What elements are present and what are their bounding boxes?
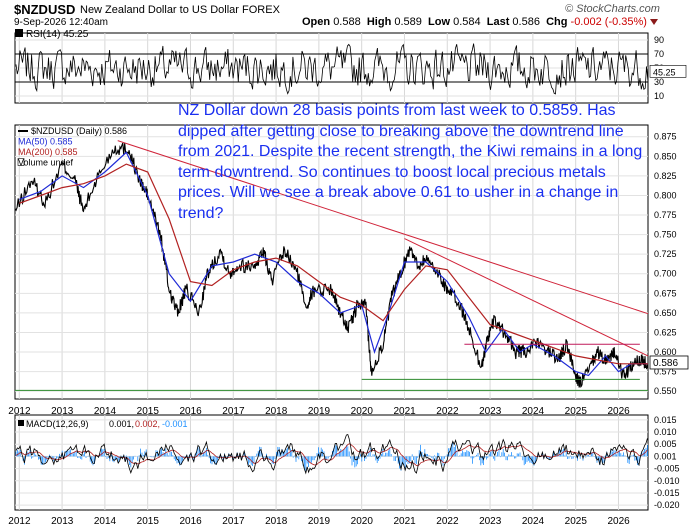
macd-x-tick-label: 2017 [222, 516, 245, 527]
copyright-logo: © StockCharts.com [565, 3, 660, 15]
price-x-tick-label: 2015 [137, 406, 160, 417]
macd-x-tick-label: 2023 [479, 516, 502, 527]
instrument-fullname: New Zealand Dollar to US Dollar [80, 4, 239, 16]
price-tick-label: 0.675 [654, 288, 677, 298]
macd-legend-label: MACD(12,26,9) [26, 419, 89, 429]
macd-x-tick-label: 2021 [393, 516, 416, 527]
price-x-tick-label: 2026 [607, 406, 630, 417]
last-label: Last [486, 16, 510, 28]
price-x-tick-label: 2017 [222, 406, 245, 417]
open-value: 0.588 [333, 16, 361, 28]
macd-x-tick-label: 2012 [8, 516, 31, 527]
price-tick-label: 0.775 [654, 210, 677, 220]
exchange-label: FOREX [242, 4, 280, 16]
last-value: 0.586 [512, 16, 540, 28]
price-tick-label: 0.550 [654, 386, 677, 396]
price-tick-label: 0.700 [654, 269, 677, 279]
rsi-tick-label: 90 [654, 35, 664, 45]
commentary-text: NZ Dollar down 28 basis points from last… [178, 102, 643, 222]
macd-x-tick-label: 2025 [565, 516, 588, 527]
price-x-tick-label: 2014 [94, 406, 117, 417]
rsi-tick-label: 30 [654, 77, 664, 87]
macd-x-tick-label: 2020 [351, 516, 374, 527]
macd-tick-label: -0.010 [654, 476, 680, 486]
price-x-tick-label: 2012 [8, 406, 31, 417]
high-label: High [366, 16, 392, 28]
high-value: 0.589 [394, 16, 422, 28]
rsi-legend-swatch [15, 29, 23, 37]
quote-date: 9-Sep-2026 12:40am [14, 17, 108, 28]
macd-x-tick-label: 2014 [94, 516, 117, 527]
price-legend-0: $NZDUSD (Daily) 0.586 [31, 126, 127, 136]
macd-tick-label: -0.015 [654, 488, 680, 498]
price-x-tick-label: 2013 [51, 406, 74, 417]
macd-x-tick-label: 2026 [607, 516, 630, 527]
price-x-tick-label: 2018 [265, 406, 288, 417]
macd-tick-label: -0.005 [654, 464, 680, 474]
price-x-tick-label: 2020 [351, 406, 374, 417]
price-x-tick-label: 2019 [308, 406, 331, 417]
price-x-tick-label: 2021 [393, 406, 416, 417]
macd-tick-label: 0.005 [654, 439, 677, 449]
open-label: Open [302, 16, 331, 28]
price-tick-label: 0.725 [654, 249, 677, 259]
price-x-tick-label: 2023 [479, 406, 502, 417]
quote-summary: Open 0.588 High 0.589 Low 0.584 Last 0.5… [302, 16, 658, 28]
rsi-legend: RSI(14) 45.25 [26, 29, 89, 40]
low-value: 0.584 [453, 16, 481, 28]
price-tick-label: 0.875 [654, 132, 677, 142]
price-x-tick-label: 2016 [179, 406, 202, 417]
rsi-tick-label: 10 [654, 91, 664, 101]
price-x-tick-label: 2025 [565, 406, 588, 417]
macd-legend-macd: 0.001, [109, 419, 134, 429]
chart-canvas: 1030507090RSI(14) 45.2545.250.5500.5750.… [8, 29, 689, 527]
low-label: Low [428, 16, 451, 28]
chg-value: -0.002 (-0.35%) [570, 16, 647, 28]
price-tick-label: 0.625 [654, 327, 677, 337]
down-triangle-icon [649, 19, 658, 26]
macd-x-tick-label: 2024 [522, 516, 545, 527]
instrument-name: New Zealand Dollar to US Dollar FOREX [80, 4, 280, 16]
macd-legend-swatch [18, 420, 24, 426]
macd-tick-label: 0.010 [654, 427, 677, 437]
chg-label: Chg [546, 16, 568, 28]
macd-legend-hist: -0.001 [162, 419, 188, 429]
macd-x-tick-label: 2019 [308, 516, 331, 527]
panel-macd-frame [14, 414, 649, 511]
symbol-title: $NZDUSD [14, 2, 76, 17]
macd-x-tick-label: 2018 [265, 516, 288, 527]
price-x-tick-label: 2022 [436, 406, 459, 417]
price-tick-label: 0.800 [654, 190, 677, 200]
price-legend-3: Volume undef [18, 158, 74, 168]
macd-tick-label: 0.015 [654, 415, 677, 425]
macd-x-tick-label: 2022 [436, 516, 459, 527]
macd-tick-label: 0.001 [654, 451, 677, 461]
price-tick-label: 0.850 [654, 151, 677, 161]
macd-tick-label: -0.020 [654, 500, 680, 510]
rsi-tick-label: 70 [654, 49, 664, 59]
macd-x-tick-label: 2015 [137, 516, 160, 527]
price-legend-1: MA(50) 0.585 [18, 137, 73, 147]
price-legend-2: MA(200) 0.585 [18, 147, 78, 157]
macd-x-tick-label: 2016 [179, 516, 202, 527]
macd-x-tick-label: 2013 [51, 516, 74, 527]
macd-legend-signal: 0.002, [135, 419, 160, 429]
price-tick-label: 0.600 [654, 347, 677, 357]
price-last-value: 0.586 [653, 358, 678, 369]
price-tick-label: 0.825 [654, 171, 677, 181]
rsi-last-value: 45.25 [653, 67, 676, 77]
price-tick-label: 0.750 [654, 230, 677, 240]
price-x-tick-label: 2024 [522, 406, 545, 417]
price-tick-label: 0.650 [654, 308, 677, 318]
